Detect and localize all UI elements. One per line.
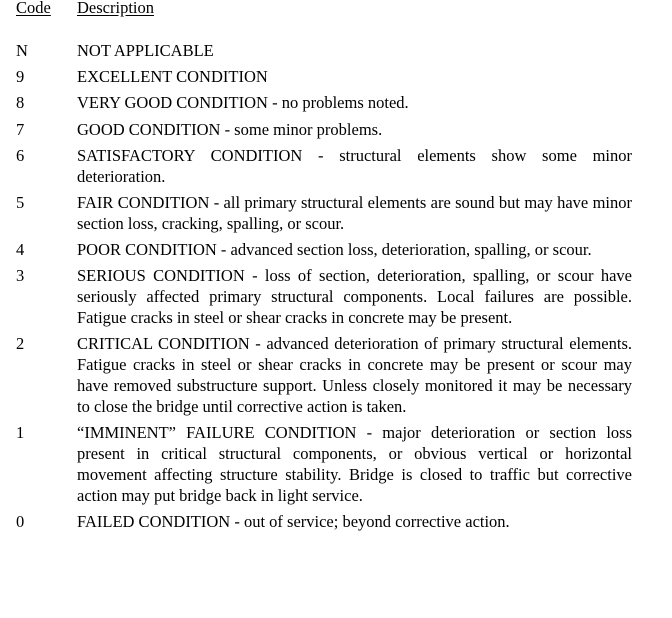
row-code: 2 — [16, 334, 25, 353]
table-row: 3 SERIOUS CONDITION - loss of section, d… — [16, 265, 632, 328]
row-code: N — [16, 41, 28, 60]
row-code: 8 — [16, 93, 25, 112]
table-row: 1 “IMMINENT” FAILURE CONDITION - major d… — [16, 422, 632, 506]
table-header: Code Description — [16, 0, 632, 18]
table-row: 8 VERY GOOD CONDITION - no problems note… — [16, 92, 632, 113]
row-description: “IMMINENT” FAILURE CONDITION - major det… — [77, 423, 632, 505]
row-code: 0 — [16, 512, 25, 531]
row-code: 7 — [16, 120, 25, 139]
row-description: GOOD CONDITION - some minor problems. — [77, 120, 383, 139]
table-row: 0 FAILED CONDITION - out of service; bey… — [16, 511, 632, 532]
header-code: Code — [16, 0, 51, 17]
row-description: FAILED CONDITION - out of service; beyon… — [77, 512, 510, 531]
row-description: VERY GOOD CONDITION - no problems noted. — [77, 93, 409, 112]
table-row: 2 CRITICAL CONDITION - advanced deterior… — [16, 333, 632, 417]
row-code: 9 — [16, 67, 25, 86]
table-row: 6 SATISFACTORY CONDITION - structural el… — [16, 145, 632, 187]
row-code: 5 — [16, 193, 25, 212]
row-description: CRITICAL CONDITION - advanced deteriorat… — [77, 334, 632, 416]
row-code: 6 — [16, 146, 25, 165]
row-description: SATISFACTORY CONDITION - structural elem… — [77, 146, 632, 186]
table-row: 5 FAIR CONDITION - all primary structura… — [16, 192, 632, 234]
table-row: N NOT APPLICABLE — [16, 40, 632, 61]
row-description: POOR CONDITION - advanced section loss, … — [77, 240, 592, 259]
row-code: 3 — [16, 266, 25, 285]
table-row: 9 EXCELLENT CONDITION — [16, 66, 632, 87]
header-description: Description — [77, 0, 154, 17]
table-row: 4 POOR CONDITION - advanced section loss… — [16, 239, 632, 260]
condition-code-table: Code Description N NOT APPLICABLE 9 EXCE… — [16, 0, 632, 532]
row-code: 1 — [16, 423, 25, 442]
row-description: FAIR CONDITION - all primary structural … — [77, 193, 632, 233]
row-description: NOT APPLICABLE — [77, 41, 214, 60]
row-code: 4 — [16, 240, 25, 259]
table-row: 7 GOOD CONDITION - some minor problems. — [16, 119, 632, 140]
row-description: SERIOUS CONDITION - loss of section, det… — [77, 266, 632, 327]
row-description: EXCELLENT CONDITION — [77, 67, 268, 86]
